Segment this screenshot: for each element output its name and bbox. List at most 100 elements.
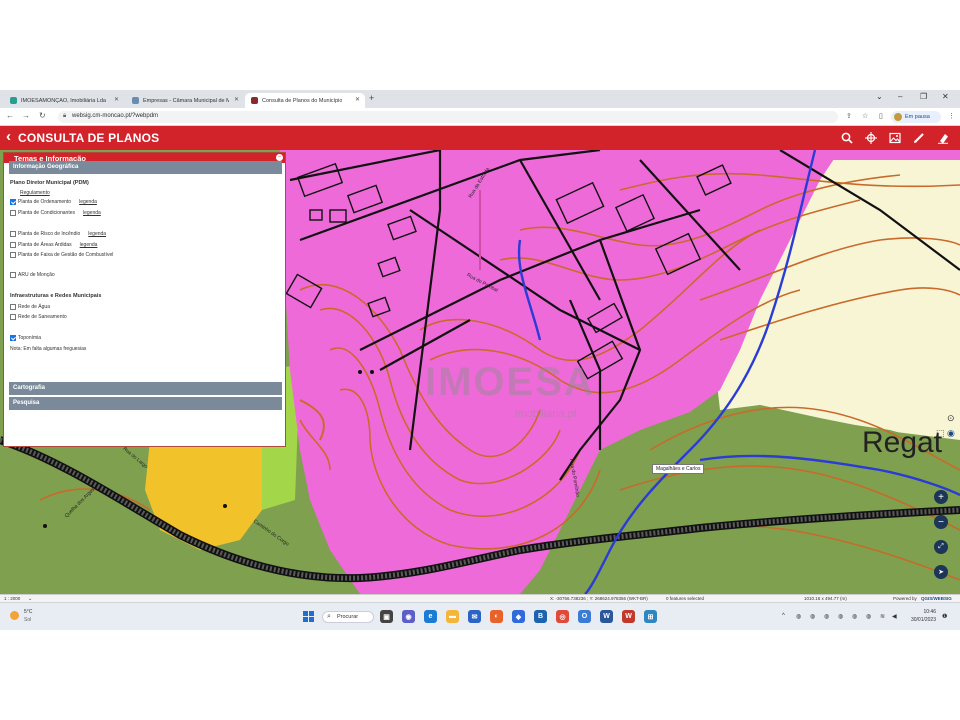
chrome-icon[interactable]: ◎ (556, 610, 569, 623)
legend-link[interactable]: legenda (88, 231, 106, 237)
firefox-icon[interactable]: ◐ (490, 610, 503, 623)
forward-icon[interactable]: → (22, 111, 30, 120)
layer-checkbox[interactable] (10, 231, 16, 237)
browser-tab-3[interactable]: Consulta de Planos do Município ✕ (245, 93, 365, 108)
layer-checkbox[interactable] (10, 242, 16, 248)
windows-start-icon[interactable] (302, 610, 315, 623)
browser-tab-1[interactable]: IMOESAMONÇÃO, Imobiliária Lda ✕ (4, 93, 124, 108)
tray-chevron-icon[interactable]: ^ (782, 613, 785, 619)
minimize-icon[interactable]: – (898, 92, 902, 101)
fullscreen-icon[interactable]: ⤢ (934, 540, 948, 554)
tab-close-icon[interactable]: ✕ (114, 96, 119, 103)
lock-icon[interactable]: 🔒︎ (63, 113, 66, 120)
tray-app-icon[interactable]: ◍ (796, 613, 801, 620)
edge-icon[interactable]: e (424, 610, 437, 623)
zoom-out-button[interactable]: − (934, 515, 948, 529)
legend-link[interactable]: legenda (83, 210, 101, 216)
task-view-icon[interactable]: ▣ (380, 610, 393, 623)
pencil-icon[interactable] (911, 130, 927, 146)
layer-row[interactable]: Planta de Condicionantes legenda (10, 210, 101, 216)
map-tag-label: Magalhães e Carlos (652, 464, 705, 474)
tray-app-icon[interactable]: ◍ (852, 613, 857, 620)
tray-app-icon[interactable]: ◍ (810, 613, 815, 620)
tab-search-icon[interactable]: ⌄ (876, 92, 883, 101)
reload-icon[interactable]: ↻ (39, 111, 46, 120)
sun-icon[interactable] (10, 611, 19, 620)
regulamento-link[interactable]: Regulamento (20, 190, 50, 196)
crosshair-icon[interactable] (863, 130, 879, 146)
layer-checkbox[interactable] (10, 272, 16, 278)
file-explorer-icon[interactable]: ▬ (446, 610, 459, 623)
search-icon[interactable] (839, 130, 855, 146)
layer-checkbox[interactable] (10, 314, 16, 320)
app-header: ‹ CONSULTA DE PLANOS (0, 126, 960, 150)
store-icon[interactable]: ⊞ (644, 610, 657, 623)
tab-favicon-icon (132, 97, 139, 104)
note-text: Nota: Em falta algumas freguesias (10, 346, 87, 352)
layer-checkbox[interactable] (10, 199, 16, 205)
app-b-icon[interactable]: B (534, 610, 547, 623)
chat-icon[interactable]: ◉ (402, 610, 415, 623)
tab-close-icon[interactable]: ✕ (355, 96, 360, 103)
browser-tab-2[interactable]: Empresas - Câmara Municipal de Monção ✕ (126, 93, 244, 108)
back-chevron-icon[interactable]: ‹ (6, 128, 11, 145)
location-icon[interactable]: ◉ (947, 428, 959, 440)
legend-link[interactable]: legenda (79, 199, 97, 205)
scale-select[interactable]: 1 : 2000 (4, 596, 20, 601)
layer-row[interactable]: Planta de Ordenamento legenda (10, 199, 97, 205)
zoom-in-button[interactable]: + (934, 490, 948, 504)
layer-checkbox[interactable] (10, 210, 16, 216)
section-geo-info[interactable]: Informação Geográfica (9, 161, 282, 174)
compass-icon[interactable]: ⊙ (947, 413, 959, 425)
tray-app-icon[interactable]: ◍ (866, 613, 871, 620)
legend-link[interactable]: legenda (80, 242, 98, 248)
url-text[interactable]: websig.cm-moncao.pt/?webpdm (72, 113, 158, 119)
dropbox-icon[interactable]: ◆ (512, 610, 525, 623)
tab-close-icon[interactable]: ✕ (234, 96, 239, 103)
share-icon[interactable]: ⇪ (846, 112, 852, 120)
layer-row[interactable]: Planta de Risco de Incêndio legenda (10, 231, 106, 237)
taskbar-search[interactable]: ⌕ Procurar (322, 611, 374, 623)
layer-checkbox[interactable] (10, 335, 16, 341)
layer-checkbox[interactable] (10, 252, 16, 258)
section-cartografia[interactable]: Cartografia (9, 382, 282, 395)
tray-app-icon[interactable]: ◍ (824, 613, 829, 620)
layer-row[interactable]: Toponímia (10, 335, 41, 341)
layer-row[interactable]: Rede de Saneamento (10, 314, 67, 320)
menu-kebab-icon[interactable]: ⋮ (948, 112, 955, 120)
volume-icon[interactable]: ◀ (892, 613, 897, 620)
profile-button[interactable]: Em pausa (891, 111, 941, 123)
clock-time[interactable]: 10:46 (906, 609, 936, 615)
mail-icon[interactable]: ✉ (468, 610, 481, 623)
bookmark-star-icon[interactable]: ☆ (862, 112, 868, 120)
pointer-icon[interactable]: ➤ (934, 565, 948, 579)
eraser-icon[interactable] (935, 130, 951, 146)
section-pesquisa[interactable]: Pesquisa (9, 397, 282, 410)
clock-date[interactable]: 30/01/2023 (906, 617, 936, 623)
close-window-icon[interactable]: ✕ (942, 92, 949, 101)
outlook-icon[interactable]: O (578, 610, 591, 623)
image-icon[interactable] (887, 130, 903, 146)
layer-label: Rede de Saneamento (18, 314, 67, 320)
maximize-icon[interactable]: ❐ (920, 92, 927, 101)
collapse-panel-icon[interactable]: − (276, 154, 283, 161)
powered-label: Powered by (893, 596, 917, 601)
weather-temp: 5°C (24, 609, 33, 615)
notification-icon[interactable]: ❶ (942, 613, 947, 620)
wps-icon[interactable]: W (622, 610, 635, 623)
tray-app-icon[interactable]: ◍ (838, 613, 843, 620)
back-icon[interactable]: ← (6, 111, 14, 120)
wifi-icon[interactable]: ≋ (880, 613, 885, 620)
omnibox[interactable]: 🔒︎ websig.cm-moncao.pt/?webpdm (58, 111, 838, 123)
layer-row[interactable]: Rede de Água (10, 304, 50, 310)
new-tab-button[interactable]: + (369, 93, 374, 103)
watermark-text: IMOESA (425, 360, 595, 404)
profile-label: Em pausa (905, 114, 930, 120)
layer-row[interactable]: Planta de Faixa de Gestão de Combustível (10, 252, 113, 258)
layer-checkbox[interactable] (10, 304, 16, 310)
weather-cond: Sol (24, 617, 32, 623)
layer-row[interactable]: ARU de Monção (10, 272, 55, 278)
word-icon[interactable]: W (600, 610, 613, 623)
sidepanel-icon[interactable]: ▯ (879, 112, 883, 120)
layer-row[interactable]: Planta de Áreas Ardidas legenda (10, 242, 97, 248)
